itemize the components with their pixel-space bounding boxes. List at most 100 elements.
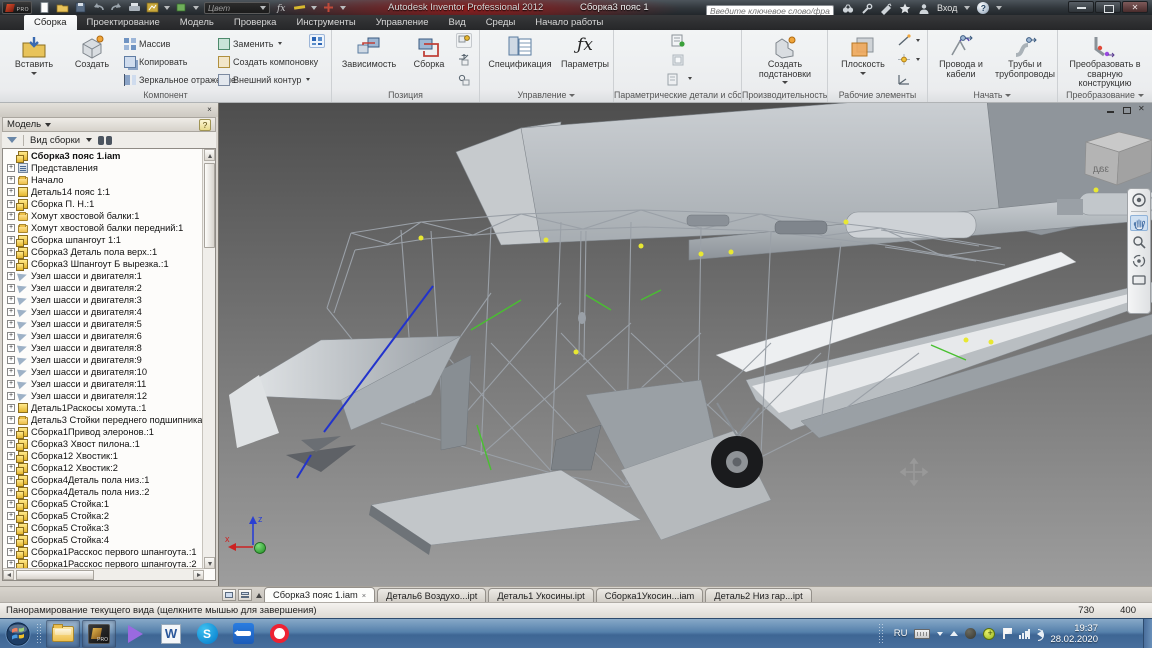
ribbon-tab-5[interactable]: Инструменты (286, 15, 365, 30)
tree-item[interactable]: +Деталь3 Стойки переднего подшипника руч… (5, 414, 202, 426)
restore-button[interactable] (1095, 1, 1121, 13)
tree-item[interactable]: +Сборка4Деталь пола низ.:2 (5, 486, 202, 498)
ilogic-browser-icon[interactable] (309, 34, 325, 48)
material-dropdown-icon[interactable] (193, 6, 199, 10)
parameters-button[interactable]: ƒx Параметры (558, 33, 612, 88)
expand-icon[interactable]: + (7, 428, 15, 436)
expand-icon[interactable]: + (7, 476, 15, 484)
pipes-button[interactable]: Трубы и трубопроводы (994, 33, 1056, 88)
redo-icon[interactable] (110, 2, 123, 13)
show-desktop-button[interactable] (1143, 619, 1152, 648)
cables-button[interactable]: Провода и кабели (932, 33, 990, 88)
assembly-view-button[interactable]: Вид сборки (30, 135, 80, 146)
point-caret-icon[interactable] (916, 58, 920, 61)
doc-minimize-icon[interactable] (1106, 106, 1116, 114)
doc-restore-icon[interactable] (1122, 106, 1132, 114)
tree-item[interactable]: Сборка3 пояс 1.iam (5, 150, 202, 162)
tree-item[interactable]: +Сборка5 Стойка:1 (5, 498, 202, 510)
expand-icon[interactable]: + (7, 404, 15, 412)
tree-item[interactable]: +Деталь14 пояс 1:1 (5, 186, 202, 198)
tile-windows-icon[interactable] (238, 589, 252, 601)
tabs-expand-icon[interactable] (256, 593, 262, 598)
scroll-up-icon[interactable] (204, 149, 215, 161)
expand-icon[interactable]: + (7, 308, 15, 316)
create-button[interactable]: Создать (64, 33, 120, 88)
shrinkwrap-button[interactable]: Внешний контур (218, 72, 310, 87)
expand-icon[interactable]: + (7, 536, 15, 544)
orbit-icon[interactable] (1130, 253, 1148, 269)
tree-item[interactable]: +Сборка12 Хвостик:1 (5, 450, 202, 462)
user-icon[interactable] (918, 2, 930, 14)
expand-icon[interactable]: + (7, 416, 15, 424)
open-icon[interactable] (56, 2, 69, 13)
assemble-button[interactable]: Сборка (404, 33, 454, 88)
update-icon[interactable] (146, 2, 159, 13)
free-move-icon[interactable] (456, 52, 472, 67)
free-rotate-icon[interactable] (456, 72, 472, 87)
expand-icon[interactable]: + (7, 212, 15, 220)
help-caret-icon[interactable] (996, 6, 1002, 10)
material-icon[interactable] (175, 2, 188, 13)
ifeature-icon[interactable] (666, 72, 682, 87)
word-taskbar-button[interactable]: W (154, 620, 188, 648)
expand-icon[interactable]: + (7, 488, 15, 496)
expand-icon[interactable]: + (7, 392, 15, 400)
group-label-convert[interactable]: Преобразование (1058, 89, 1152, 102)
wrench-icon[interactable] (861, 2, 873, 14)
start-button[interactable] (3, 620, 33, 648)
expand-icon[interactable]: + (7, 188, 15, 196)
group-label-manage[interactable]: Управление (480, 89, 613, 102)
group-label-begin[interactable]: Начать (928, 89, 1057, 102)
expand-icon[interactable]: + (7, 356, 15, 364)
clock[interactable]: 19:37 28.02.2020 (1050, 623, 1098, 645)
expand-icon[interactable]: + (7, 548, 15, 556)
tree-item[interactable]: +Сборка4Деталь пола низ.:1 (5, 474, 202, 486)
tree-item[interactable]: +Узел шасси и двигателя:1 (5, 270, 202, 282)
create-layout-button[interactable]: Создать компоновку (218, 54, 318, 69)
insert-button[interactable]: Вставить (6, 33, 62, 88)
lang-caret-icon[interactable] (937, 632, 943, 636)
tray-app-icon[interactable] (965, 628, 976, 639)
tree-item[interactable]: +Сборка П. Н.:1 (5, 198, 202, 210)
help-icon[interactable]: ? (977, 2, 989, 14)
vertical-scroll-thumb[interactable] (204, 163, 215, 248)
kmplayer-taskbar-button[interactable] (118, 620, 152, 648)
browser-close-icon[interactable]: × (204, 105, 215, 115)
search-binoculars-icon[interactable] (842, 2, 854, 14)
tree-item[interactable]: +Представления (5, 162, 202, 174)
ribbon-tab-7[interactable]: Вид (439, 15, 476, 30)
ribbon-tab-8[interactable]: Среды (476, 15, 526, 30)
horizontal-scroll-thumb[interactable] (16, 570, 94, 580)
print-icon[interactable] (128, 2, 141, 13)
expand-icon[interactable]: + (7, 380, 15, 388)
tree-item[interactable]: +Сборка3 Деталь пола верх.:1 (5, 246, 202, 258)
expand-icon[interactable]: + (7, 236, 15, 244)
convert-weldment-button[interactable]: Преобразовать в сварную конструкцию (1060, 33, 1150, 88)
plus-dropdown-icon[interactable] (340, 6, 346, 10)
plus-icon[interactable] (322, 2, 335, 13)
expand-icon[interactable]: + (7, 512, 15, 520)
scroll-left-icon[interactable] (3, 570, 14, 580)
minimize-button[interactable] (1068, 1, 1094, 13)
doc-tab-2[interactable]: Деталь6 Воздухо...ipt (377, 588, 486, 602)
tree-item[interactable]: +Узел шасси и двигателя:8 (5, 342, 202, 354)
save-icon[interactable] (74, 2, 87, 13)
ribbon-tab-1[interactable]: Сборка (24, 15, 77, 30)
look-at-icon[interactable] (1130, 272, 1148, 288)
doc-tab-5[interactable]: Деталь2 Низ гар...ipt (705, 588, 811, 602)
point-icon[interactable] (896, 52, 912, 67)
ribbon-tab-2[interactable]: Проектирование (77, 15, 170, 30)
filter-icon[interactable] (7, 137, 17, 143)
doc-tab-close-icon[interactable]: × (362, 591, 366, 600)
doc-tab-1[interactable]: Сборка3 пояс 1.iam× (264, 587, 375, 602)
teamviewer-taskbar-button[interactable] (226, 620, 260, 648)
expand-icon[interactable]: + (7, 344, 15, 352)
tree-item[interactable]: +Сборка5 Стойка:4 (5, 534, 202, 546)
tree-item[interactable]: +Хомут хвостовой балки:1 (5, 210, 202, 222)
inventor-logo-icon[interactable]: PRO (2, 1, 32, 14)
bom-button[interactable]: Спецификация (482, 33, 558, 88)
expand-icon[interactable]: + (7, 200, 15, 208)
tree-item[interactable]: +Сборка1Привод элеронов.:1 (5, 426, 202, 438)
expand-icon[interactable]: + (7, 164, 15, 172)
iassemblies-icon[interactable] (670, 52, 686, 67)
